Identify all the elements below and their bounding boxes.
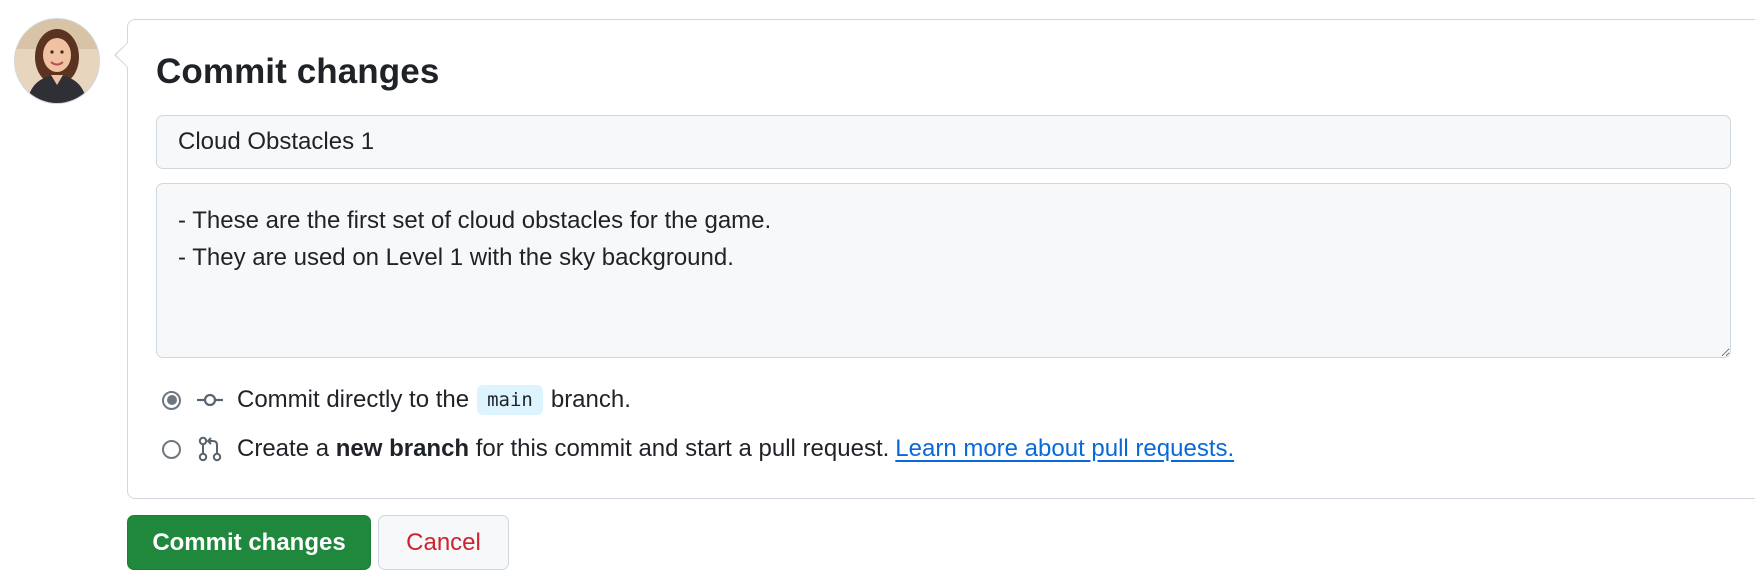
commit-summary-input[interactable]	[156, 115, 1731, 169]
new-branch-bold: new branch	[335, 435, 470, 462]
commit-direct-suffix: branch.	[550, 386, 631, 413]
cancel-button[interactable]: Cancel	[378, 515, 509, 570]
commit-direct-radio[interactable]	[162, 390, 181, 410]
avatar[interactable]	[14, 18, 100, 104]
avatar-image	[15, 19, 99, 103]
commit-changes-button[interactable]: Commit changes	[127, 515, 371, 570]
new-branch-option[interactable]: Create a new branch for this commit and …	[162, 435, 1234, 463]
branch-name-badge: main	[477, 385, 543, 415]
learn-more-pull-requests-link[interactable]: Learn more about pull requests.	[895, 435, 1234, 463]
new-branch-radio[interactable]	[162, 439, 181, 459]
commit-direct-option[interactable]: Commit directly to the main branch.	[162, 385, 631, 415]
radio-selected-dot	[166, 395, 177, 405]
git-pull-request-icon	[196, 435, 224, 463]
new-branch-prefix: Create a	[237, 435, 330, 462]
git-commit-icon	[196, 386, 224, 414]
new-branch-suffix: for this commit and start a pull request…	[475, 435, 890, 462]
commit-page: Commit changes - These are the first set…	[0, 0, 1755, 582]
form-title: Commit changes	[156, 52, 440, 91]
commit-description-textarea[interactable]: - These are the first set of cloud obsta…	[156, 183, 1731, 358]
commit-direct-prefix: Commit directly to the	[237, 386, 470, 413]
